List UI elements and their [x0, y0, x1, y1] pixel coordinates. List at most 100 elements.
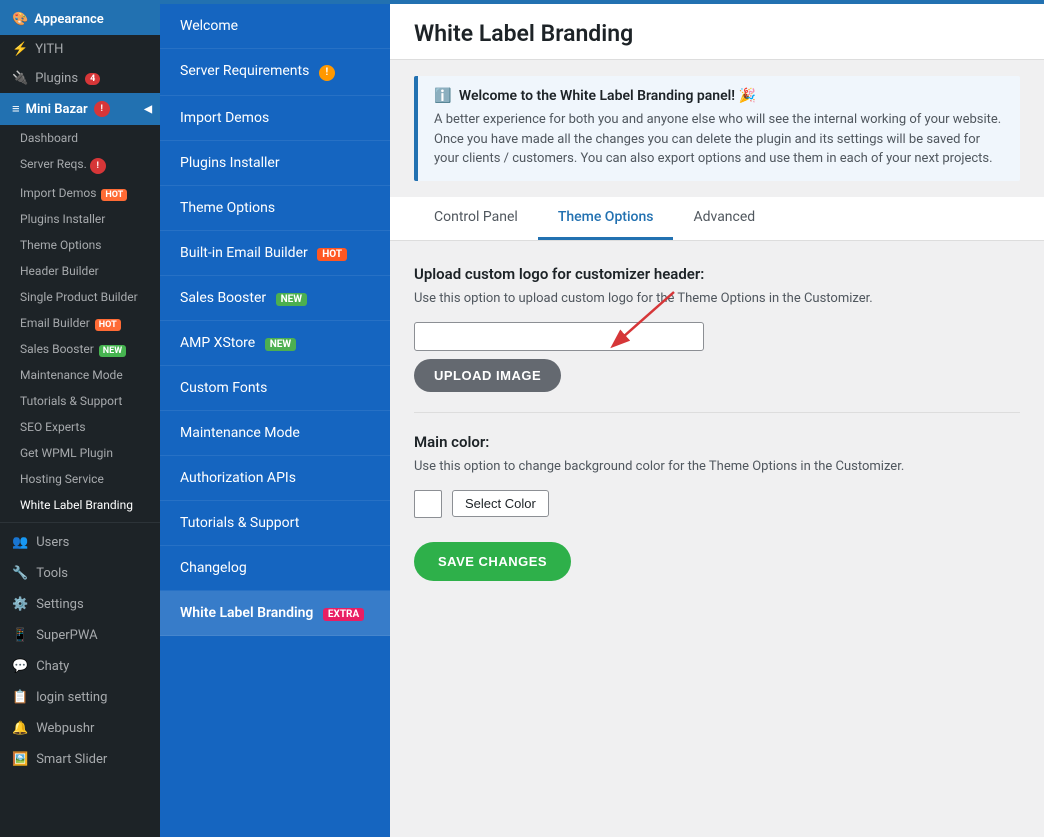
color-swatch[interactable]: [414, 490, 442, 518]
minibazar-label: Mini Bazar: [26, 102, 88, 117]
color-section-title: Main color:: [414, 433, 1020, 451]
users-label: Users: [36, 535, 69, 550]
server-reqs-badge: !: [90, 158, 106, 174]
login-icon: 📋: [12, 690, 28, 705]
middle-panel: Welcome Server Requirements ! Import Dem…: [160, 4, 390, 837]
upload-image-button[interactable]: UPLOAD IMAGE: [414, 359, 561, 392]
tools-label: Tools: [36, 566, 68, 581]
middle-item-authorization-apis[interactable]: Authorization APIs: [160, 456, 390, 501]
email-builder-badge-middle: HOT: [317, 248, 347, 261]
sidebar-item-header-builder[interactable]: Header Builder: [0, 258, 160, 284]
sidebar-appearance-header[interactable]: 🎨 Appearance: [0, 4, 160, 35]
sidebar-item-sales-booster[interactable]: Sales Booster NEW: [0, 336, 160, 362]
tab-advanced[interactable]: Advanced: [673, 197, 775, 240]
middle-item-tutorials-support[interactable]: Tutorials & Support: [160, 501, 390, 546]
minibazar-badge: !: [94, 101, 110, 117]
sidebar-item-webpushr[interactable]: 🔔 Webpushr: [0, 713, 160, 744]
notice-title: ℹ️ Welcome to the White Label Branding p…: [434, 88, 1004, 104]
sales-booster-badge-middle: NEW: [276, 293, 307, 306]
middle-item-email-builder[interactable]: Built-in Email Builder HOT: [160, 231, 390, 276]
sidebar-item-theme-options[interactable]: Theme Options: [0, 232, 160, 258]
page-title: White Label Branding: [414, 20, 1020, 47]
middle-item-welcome[interactable]: Welcome: [160, 4, 390, 49]
sidebar-divider-1: [0, 522, 160, 523]
sidebar-item-tools[interactable]: 🔧 Tools: [0, 558, 160, 589]
appearance-label: Appearance: [34, 12, 104, 27]
webpushr-icon: 🔔: [12, 721, 28, 736]
webpushr-label: Webpushr: [36, 721, 94, 736]
sidebar-item-yith[interactable]: ⚡ YITH: [0, 35, 160, 64]
white-label-badge: EXTRA: [323, 608, 364, 621]
sidebar-item-import-demos[interactable]: Import Demos HOT: [0, 180, 160, 206]
upload-section-desc: Use this option to upload custom logo fo…: [414, 291, 1020, 306]
sidebar-item-users[interactable]: 👥 Users: [0, 527, 160, 558]
sidebar-item-plugins-installer[interactable]: Plugins Installer: [0, 206, 160, 232]
settings-label: Settings: [36, 597, 83, 612]
welcome-notice: ℹ️ Welcome to the White Label Branding p…: [414, 76, 1020, 181]
yith-icon: ⚡: [12, 42, 28, 57]
tab-theme-options[interactable]: Theme Options: [538, 197, 674, 240]
sidebar-item-email-builder[interactable]: Email Builder HOT: [0, 310, 160, 336]
minibazar-icon: ≡: [12, 101, 20, 117]
middle-item-import-demos[interactable]: Import Demos: [160, 96, 390, 141]
email-builder-badge: HOT: [95, 319, 121, 331]
middle-item-sales-booster[interactable]: Sales Booster NEW: [160, 276, 390, 321]
upload-section-title: Upload custom logo for customizer header…: [414, 265, 1020, 283]
section-divider: [414, 412, 1020, 413]
main-content: White Label Branding ℹ️ Welcome to the W…: [390, 4, 1044, 837]
yith-label: YITH: [35, 42, 63, 57]
sidebar-item-smart-slider[interactable]: 🖼️ Smart Slider: [0, 744, 160, 775]
middle-item-maintenance-mode[interactable]: Maintenance Mode: [160, 411, 390, 456]
sidebar-item-settings[interactable]: ⚙️ Settings: [0, 589, 160, 620]
color-section-desc: Use this option to change background col…: [414, 459, 1020, 474]
login-label: login setting: [36, 690, 107, 705]
sidebar-item-server-reqs[interactable]: Server Reqs. !: [0, 151, 160, 180]
middle-item-white-label[interactable]: White Label Branding EXTRA: [160, 591, 390, 636]
notice-text: A better experience for both you and any…: [434, 110, 1004, 169]
tabs-row: Control Panel Theme Options Advanced: [390, 197, 1044, 241]
chaty-label: Chaty: [36, 659, 69, 674]
sidebar-item-plugins[interactable]: 🔌 Plugins 4: [0, 64, 160, 93]
import-demos-badge: HOT: [101, 189, 127, 201]
settings-icon: ⚙️: [12, 597, 28, 612]
tab-control-panel[interactable]: Control Panel: [414, 197, 538, 240]
sidebar-item-wpml[interactable]: Get WPML Plugin: [0, 440, 160, 466]
middle-item-plugins-installer[interactable]: Plugins Installer: [160, 141, 390, 186]
smart-slider-label: Smart Slider: [36, 752, 107, 767]
upload-url-input[interactable]: [414, 322, 704, 351]
sidebar-item-single-product[interactable]: Single Product Builder: [0, 284, 160, 310]
middle-item-custom-fonts[interactable]: Custom Fonts: [160, 366, 390, 411]
sidebar-sub-items: Dashboard Server Reqs. ! Import Demos HO…: [0, 125, 160, 518]
main-header: White Label Branding: [390, 4, 1044, 60]
sidebar-item-login-setting[interactable]: 📋 login setting: [0, 682, 160, 713]
sidebar-item-tutorials[interactable]: Tutorials & Support: [0, 388, 160, 414]
middle-item-server-requirements[interactable]: Server Requirements !: [160, 49, 390, 96]
plugins-badge: 4: [85, 73, 100, 85]
content-area: Upload custom logo for customizer header…: [390, 241, 1044, 605]
save-changes-button[interactable]: SAVE CHANGES: [414, 542, 571, 581]
sidebar-item-dashboard[interactable]: Dashboard: [0, 125, 160, 151]
appearance-icon: 🎨: [12, 12, 28, 27]
amp-badge: NEW: [265, 338, 296, 351]
sidebar: 🎨 Appearance ⚡ YITH 🔌 Plugins 4 ≡ Mini B…: [0, 4, 160, 837]
superpwa-label: SuperPWA: [36, 628, 97, 643]
middle-item-amp-xstore[interactable]: AMP XStore NEW: [160, 321, 390, 366]
color-section: Main color: Use this option to change ba…: [414, 433, 1020, 518]
superpwa-icon: 📱: [12, 628, 28, 643]
sidebar-item-chaty[interactable]: 💬 Chaty: [0, 651, 160, 682]
sales-booster-badge: NEW: [99, 345, 126, 357]
sidebar-item-maintenance-mode[interactable]: Maintenance Mode: [0, 362, 160, 388]
sidebar-item-white-label[interactable]: White Label Branding: [0, 492, 160, 518]
upload-section: Upload custom logo for customizer header…: [414, 265, 1020, 392]
server-req-exclamation: !: [319, 65, 335, 81]
middle-item-changelog[interactable]: Changelog: [160, 546, 390, 591]
sidebar-mini-bazar[interactable]: ≡ Mini Bazar !: [0, 93, 160, 125]
tools-icon: 🔧: [12, 566, 28, 581]
select-color-button[interactable]: Select Color: [452, 490, 549, 517]
sidebar-item-superpwa[interactable]: 📱 SuperPWA: [0, 620, 160, 651]
plugins-label: Plugins: [35, 71, 78, 86]
sidebar-item-hosting[interactable]: Hosting Service: [0, 466, 160, 492]
sidebar-item-seo-experts[interactable]: SEO Experts: [0, 414, 160, 440]
middle-item-theme-options[interactable]: Theme Options: [160, 186, 390, 231]
users-icon: 👥: [12, 535, 28, 550]
